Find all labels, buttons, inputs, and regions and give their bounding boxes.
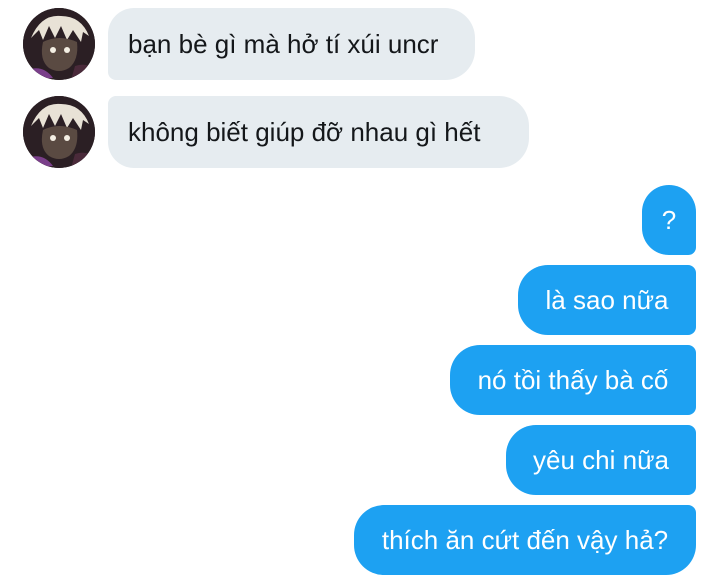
message-text: bạn bè gì mà hở tí xúi uncr — [128, 29, 439, 59]
message-text: là sao nữa — [545, 285, 669, 315]
message-bubble-incoming[interactable]: không biết giúp đỡ nhau gì hết — [108, 96, 529, 168]
message-text: không biết giúp đỡ nhau gì hết — [128, 117, 481, 147]
avatar[interactable] — [23, 8, 95, 80]
message-text: ? — [661, 205, 677, 235]
user-avatar-icon — [23, 96, 95, 168]
message-text: thích ăn cứt đến vậy hả? — [381, 525, 669, 555]
message-text: nó tồi thấy bà cố — [477, 365, 669, 395]
message-bubble-outgoing[interactable]: nó tồi thấy bà cố — [450, 345, 696, 415]
message-bubble-outgoing[interactable]: thích ăn cứt đến vậy hả? — [354, 505, 696, 575]
message-bubble-outgoing[interactable]: yêu chi nữa — [506, 425, 696, 495]
message-text: yêu chi nữa — [533, 445, 669, 475]
message-bubble-incoming[interactable]: bạn bè gì mà hở tí xúi uncr — [108, 8, 475, 80]
message-bubble-outgoing[interactable]: là sao nữa — [518, 265, 696, 335]
message-bubble-outgoing[interactable]: ? — [642, 185, 696, 255]
avatar[interactable] — [23, 96, 95, 168]
user-avatar-icon — [23, 8, 95, 80]
